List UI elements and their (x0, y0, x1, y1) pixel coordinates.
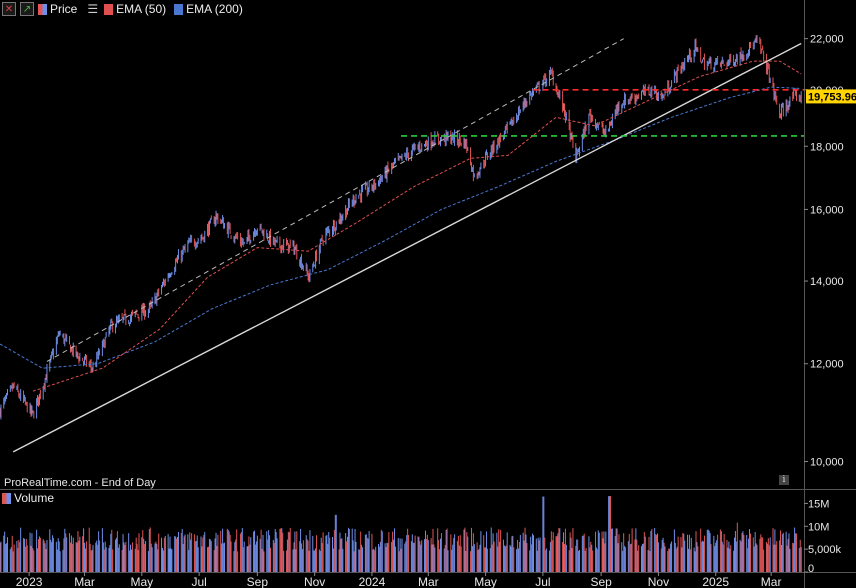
date-tick-label: Sep (247, 575, 269, 588)
date-tick-label: 2024 (359, 575, 386, 588)
volume-legend[interactable]: Volume (2, 491, 54, 505)
volume-tick-label: 15M (808, 498, 829, 510)
date-tick-label: Mar (74, 575, 95, 588)
date-tick-label: Jul (191, 575, 206, 588)
date-tick-label: Nov (304, 575, 325, 588)
date-tick-label: Nov (648, 575, 669, 588)
legend-ema200[interactable]: EMA (200) (174, 2, 243, 16)
price-tick-label: 16,000 (810, 204, 844, 216)
close-icon[interactable]: ✕ (2, 2, 16, 16)
price-tick-label: 12,000 (810, 359, 844, 371)
price-tick-label: 10,000 (810, 456, 844, 468)
date-tick-label: Sep (590, 575, 612, 588)
price-tick-label: 18,000 (810, 141, 844, 153)
watermark: ProRealTime.com - End of Day (4, 477, 156, 489)
info-icon[interactable]: i (779, 475, 789, 485)
date-tick-label: 2023 (16, 575, 43, 588)
date-tick-label: May (474, 575, 497, 588)
volume-tick-label: 5,000k (808, 544, 842, 556)
legend-price[interactable]: Price (38, 2, 77, 16)
legend-price-label: Price (50, 2, 78, 16)
ema200-swatch-icon (174, 3, 184, 15)
date-tick-label: Mar (418, 575, 439, 588)
date-tick-label: 2025 (702, 575, 729, 588)
legend-ema50-label: EMA (50) (116, 2, 167, 16)
list-icon[interactable]: ☰ (87, 2, 98, 16)
legend-ema200-label: EMA (200) (186, 2, 243, 16)
last-price-label: 19,753.96 (808, 91, 856, 103)
expand-icon[interactable]: ↗ (20, 2, 34, 16)
date-tick-label: Jul (535, 575, 550, 588)
stock-chart[interactable]: 10,00012,00014,00016,00018,00020,00022,0… (0, 0, 856, 588)
volume-swatch-icon (2, 492, 11, 504)
price-tick-label: 14,000 (810, 276, 844, 288)
date-tick-label: May (130, 575, 153, 588)
legend-ema50[interactable]: EMA (50) (104, 2, 166, 16)
volume-tick-label: 10M (808, 521, 829, 533)
volume-tick-label: 0 (808, 563, 814, 575)
price-swatch-icon (38, 3, 47, 15)
price-tick-label: 22,000 (810, 34, 844, 46)
toolbar: ✕ ↗ Price ☰ EMA (50) EMA (200) (0, 0, 247, 18)
volume-legend-label: Volume (14, 491, 55, 505)
date-tick-label: Mar (761, 575, 782, 588)
ema50-swatch-icon (104, 3, 114, 15)
